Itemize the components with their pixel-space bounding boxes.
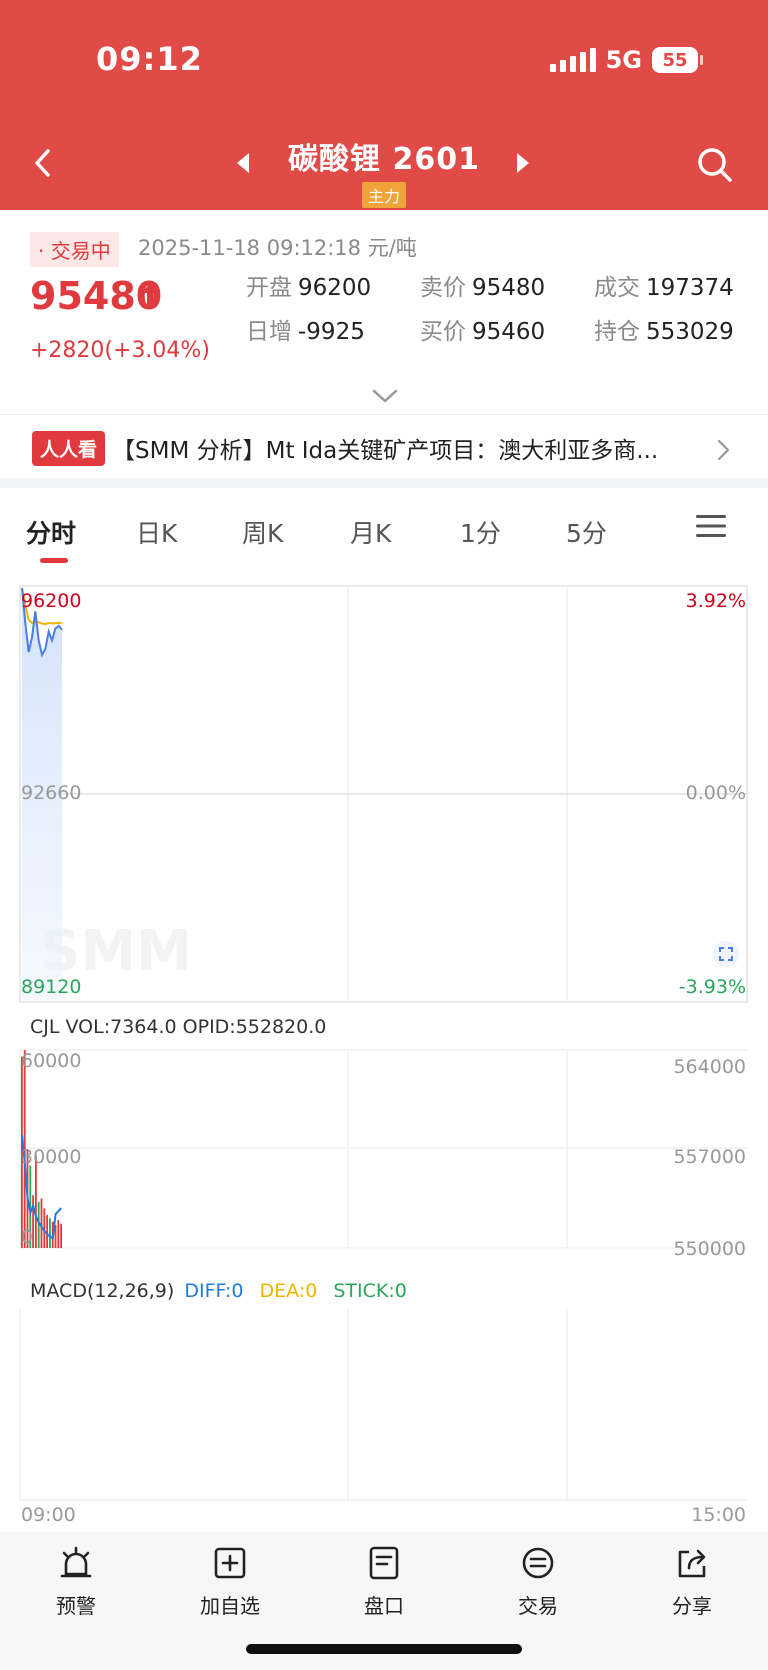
arrow-up-icon — [142, 283, 158, 306]
header-bar: 09:12 5G 55 碳酸锂 2601 主力 — [0, 0, 768, 210]
oi-axis-bottom: 550000 — [673, 1238, 746, 1260]
news-headline[interactable]: 【SMM 分析】Mt Ida关键矿产项目：澳大利亚多商... — [112, 431, 682, 465]
quote-panel: · 交易中 2025-11-18 09:12:18 元/吨 95480 +282… — [0, 210, 768, 414]
price-axis-mid: 92660 — [21, 782, 82, 804]
next-contract-icon[interactable] — [516, 152, 530, 174]
chevron-down-icon[interactable] — [372, 388, 398, 404]
orderbook-icon — [369, 1546, 399, 1580]
trade-icon — [522, 1547, 554, 1579]
contract-title-block: 碳酸锂 2601 主力 — [234, 134, 534, 208]
volume-bar — [46, 1215, 48, 1248]
chevron-right-icon[interactable] — [716, 439, 730, 461]
price-change: +2820(+3.04%) — [30, 338, 210, 363]
tab-1min[interactable]: 1分 — [460, 514, 501, 550]
price-unit: 元/吨 — [367, 236, 417, 260]
signal-icon — [549, 48, 596, 72]
vol-axis-top: 60000 — [21, 1050, 82, 1072]
trade-status-badge: · 交易中 — [30, 232, 119, 267]
section-divider — [0, 478, 768, 488]
volume-indicator-legend: CJL VOL:7364.0 OPID:552820.0 — [30, 1016, 327, 1038]
vol-axis-mid: 30000 — [21, 1146, 82, 1168]
quote-timestamp: 2025-11-18 09:12:18 元/吨 — [138, 232, 417, 262]
watermark-logo: SMM — [40, 919, 192, 984]
status-time: 09:12 — [96, 40, 203, 78]
search-icon[interactable] — [696, 146, 734, 184]
volume-bar — [57, 1220, 60, 1249]
timestamp-text: 2025-11-18 09:12:18 — [138, 236, 362, 260]
stat-daily-change: 日增 -9925 — [246, 319, 365, 345]
volume-bar — [40, 1198, 43, 1248]
oi-axis-top: 564000 — [673, 1056, 746, 1078]
stat-bid: 买价 95460 — [420, 319, 546, 345]
pct-axis-bottom: -3.93% — [678, 976, 746, 998]
macd-indicator-legend: MACD(12,26,9) DIFF:0 DEA:0 STICK:0 — [30, 1280, 407, 1302]
pct-axis-top: 3.92% — [685, 590, 746, 612]
alert-button[interactable]: 预警 — [26, 1546, 126, 1619]
tab-monthly[interactable]: 月K — [350, 514, 391, 550]
alarm-icon — [60, 1546, 92, 1578]
back-icon[interactable] — [30, 146, 56, 180]
add-box-icon — [214, 1547, 246, 1579]
home-indicator — [246, 1644, 522, 1654]
price-axis-top: 96200 — [21, 590, 82, 612]
news-tag: 人人看 — [32, 431, 106, 466]
fullscreen-icon[interactable] — [712, 940, 740, 968]
battery-icon: 55 — [652, 47, 703, 73]
stat-open-interest: 持仓 553029 — [594, 319, 734, 345]
tab-weekly[interactable]: 周K — [242, 514, 283, 550]
tab-daily[interactable]: 日K — [136, 514, 177, 550]
time-axis-end: 15:00 — [691, 1504, 746, 1526]
time-axis-start: 09:00 — [21, 1504, 76, 1526]
network-type: 5G — [605, 46, 642, 74]
stat-ask: 卖价 95480 — [420, 275, 546, 301]
chart-area[interactable]: SMM 96200 92660 89120 3.92% 0.00% -3.93%… — [0, 580, 768, 1526]
status-indicators: 5G 55 — [549, 46, 703, 74]
pct-axis-mid: 0.00% — [685, 782, 746, 804]
stat-volume: 成交 197374 — [594, 275, 734, 301]
stat-open: 开盘 96200 — [246, 275, 372, 301]
tab-5min[interactable]: 5分 — [566, 514, 607, 550]
period-tabs: 分时 日K 周K 月K 1分 5分 — [0, 488, 768, 563]
active-tab-indicator — [40, 558, 68, 563]
share-icon — [678, 1549, 706, 1578]
volume-bar — [60, 1223, 62, 1248]
main-contract-badge: 主力 — [361, 182, 406, 208]
oi-axis-mid: 557000 — [673, 1146, 746, 1168]
trade-button[interactable]: 交易 — [488, 1546, 588, 1619]
volume-bar — [35, 1155, 37, 1248]
page-title: 碳酸锂 2601 — [288, 142, 480, 177]
news-ticker[interactable]: 人人看 【SMM 分析】Mt Ida关键矿产项目：澳大利亚多商... — [0, 414, 768, 478]
menu-icon[interactable] — [696, 514, 726, 538]
vol-axis-bottom: 0 — [21, 1226, 34, 1248]
price-axis-bottom: 89120 — [21, 976, 82, 998]
share-button[interactable]: 分享 — [642, 1546, 742, 1619]
orderbook-button[interactable]: 盘口 — [334, 1546, 434, 1619]
chart-canvas: SMM — [19, 585, 748, 1501]
add-watchlist-button[interactable]: 加自选 — [180, 1546, 280, 1619]
tab-intraday[interactable]: 分时 — [26, 514, 76, 550]
volume-bar — [49, 1218, 51, 1248]
